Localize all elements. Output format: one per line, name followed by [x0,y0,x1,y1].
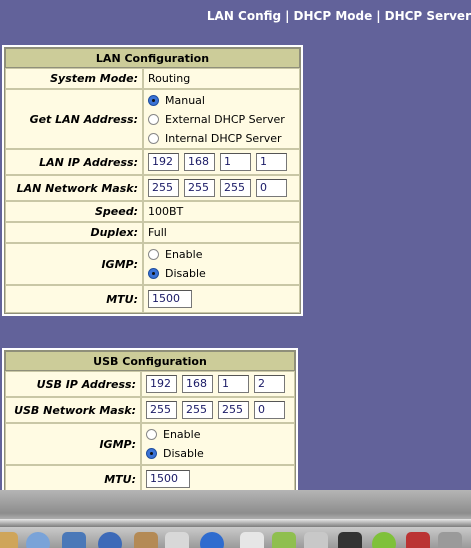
lan-ip-octet-4[interactable]: 1 [256,153,287,171]
lan-ip-octet-1[interactable]: 192 [148,153,179,171]
usb-mask-label: USB Network Mask: [5,397,141,423]
usb-ip-fields: 192 168 1 2 [141,371,295,397]
duplex-label: Duplex: [5,222,143,243]
usb-mtu-cell: 1500 [141,465,295,493]
lan-mask-octet-4[interactable]: 0 [256,179,287,197]
usb-config-panel: USB Configuration USB IP Address: 192 168… [2,348,298,496]
usb-ip-octet-3[interactable]: 1 [218,375,249,393]
radio-internal-dhcp[interactable]: Internal DHCP Server [148,129,295,148]
lan-mask-label: LAN Network Mask: [5,175,143,201]
lan-ip-fields: 192 168 1 1 [143,149,300,175]
usb-mask-octet-3[interactable]: 255 [218,401,249,419]
nav-separator: | [376,9,381,23]
nav-link-dhcp-server[interactable]: DHCP Server [385,9,471,23]
usb-mtu-input[interactable]: 1500 [146,470,190,488]
safari-icon[interactable] [26,532,50,548]
lan-config-title: LAN Configuration [5,48,300,68]
radio-manual-label: Manual [165,93,205,107]
nav-link-lan-config[interactable]: LAN Config [207,9,281,23]
top-nav: LAN Config | DHCP Mode | DHCP Server [207,9,471,25]
usb-igmp-label: IGMP: [5,423,141,465]
usb-igmp-enable-label: Enable [163,428,201,441]
radio-manual[interactable]: Manual [148,91,295,110]
lan-mtu-input[interactable]: 1500 [148,290,192,308]
lan-mtu-cell: 1500 [143,285,300,313]
dock-app-icon[interactable] [438,532,462,548]
radio-unselected-icon[interactable] [148,113,159,125]
address-book-icon[interactable] [134,532,158,548]
finder-icon[interactable] [0,532,18,548]
lan-mask-fields: 255 255 255 0 [143,175,300,201]
usb-mask-octet-1[interactable]: 255 [146,401,177,419]
dock [0,530,471,548]
speed-label: Speed: [5,201,143,222]
calendar-icon[interactable] [98,532,122,548]
photo-icon[interactable] [338,532,362,548]
usb-ip-octet-1[interactable]: 192 [146,375,177,393]
radio-selected-icon[interactable] [146,448,157,459]
mail-icon[interactable] [62,532,86,548]
textedit-icon[interactable] [240,532,264,548]
system-preferences-icon[interactable] [372,532,396,548]
lan-igmp-enable[interactable]: Enable [148,245,295,264]
get-lan-address-label: Get LAN Address: [5,89,143,149]
usb-mask-octet-4[interactable]: 0 [254,401,285,419]
radio-external-dhcp-label: External DHCP Server [165,112,285,126]
dock-app-icon[interactable] [406,532,430,548]
preview-icon[interactable] [200,532,224,548]
radio-selected-icon[interactable] [148,94,159,106]
lan-igmp-options: Enable Disable [143,243,300,285]
usb-igmp-enable[interactable]: Enable [146,425,290,444]
usb-ip-label: USB IP Address: [5,371,141,397]
nav-link-dhcp-mode[interactable]: DHCP Mode [294,9,373,23]
usb-igmp-disable[interactable]: Disable [146,444,290,463]
lan-igmp-enable-label: Enable [165,248,203,261]
lan-ip-octet-2[interactable]: 168 [184,153,215,171]
dock-divider [0,519,471,527]
itunes-icon[interactable] [165,532,189,548]
lan-igmp-disable-label: Disable [165,267,206,280]
radio-external-dhcp[interactable]: External DHCP Server [148,110,295,129]
lan-config-table: LAN Configuration System Mode: Routing G… [4,47,301,314]
lan-ip-octet-3[interactable]: 1 [220,153,251,171]
usb-ip-octet-2[interactable]: 168 [182,375,213,393]
usb-config-table: USB Configuration USB IP Address: 192 168… [4,350,296,494]
duplex-value: Full [143,222,300,243]
usb-ip-octet-4[interactable]: 2 [254,375,285,393]
usb-config-title: USB Configuration [5,351,295,371]
radio-internal-dhcp-label: Internal DHCP Server [165,131,282,145]
lan-igmp-label: IGMP: [5,243,143,285]
lan-mask-octet-1[interactable]: 255 [148,179,179,197]
usb-mask-fields: 255 255 255 0 [141,397,295,423]
get-lan-address-options: Manual External DHCP Server Internal DHC… [143,89,300,149]
lan-ip-label: LAN IP Address: [5,149,143,175]
movie-icon[interactable] [304,532,328,548]
lan-mask-octet-2[interactable]: 255 [184,179,215,197]
usb-igmp-options: Enable Disable [141,423,295,465]
lan-igmp-disable[interactable]: Disable [148,264,295,283]
terminal-icon[interactable] [272,532,296,548]
radio-selected-icon[interactable] [148,268,159,279]
radio-unselected-icon[interactable] [146,429,157,440]
usb-mtu-label: MTU: [5,465,141,493]
system-mode-value: Routing [143,68,300,89]
lan-mask-octet-3[interactable]: 255 [220,179,251,197]
lan-mtu-label: MTU: [5,285,143,313]
usb-igmp-disable-label: Disable [163,447,204,460]
system-mode-label: System Mode: [5,68,143,89]
lan-config-panel: LAN Configuration System Mode: Routing G… [2,45,303,316]
radio-unselected-icon[interactable] [148,132,159,144]
nav-separator: | [285,9,290,23]
speed-value: 100BT [143,201,300,222]
radio-unselected-icon[interactable] [148,249,159,260]
usb-mask-octet-2[interactable]: 255 [182,401,213,419]
